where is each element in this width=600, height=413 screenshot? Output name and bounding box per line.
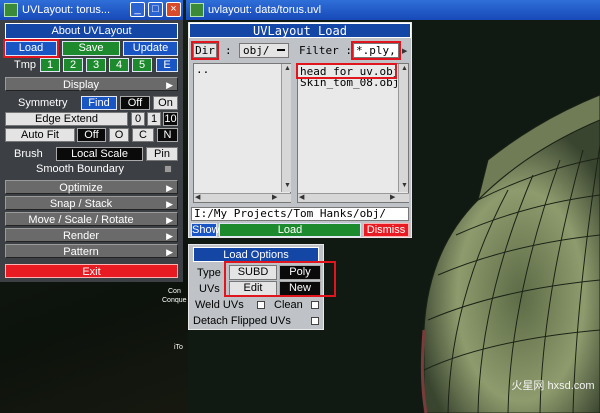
tmp-label: Tmp: [14, 59, 36, 71]
optimize-menu-label: Optimize: [59, 182, 103, 194]
render-menu-label: Render: [62, 230, 100, 242]
desktop-icon-label[interactable]: Conque: [162, 297, 187, 305]
show-button[interactable]: Show: [191, 223, 220, 237]
file-list-vscroll[interactable]: ▲ ▼: [398, 64, 408, 192]
minimize-button[interactable]: _: [130, 2, 145, 17]
uvs-label: UVs: [199, 283, 220, 295]
about-uvlayout-button[interactable]: About UVLayout: [5, 23, 178, 39]
load-dialog-title: UVLayout Load: [189, 23, 411, 38]
brush-pin[interactable]: Pin: [146, 147, 178, 161]
arrow-right-icon: ▶: [166, 231, 173, 241]
snap-stack-menu[interactable]: Snap / Stack ▶: [5, 196, 178, 210]
symmetry-off-button[interactable]: Off: [120, 96, 150, 110]
snap-stack-menu-label: Snap / Stack: [49, 198, 113, 210]
tmp-slot-2[interactable]: 2: [63, 58, 83, 72]
main-window-titlebar[interactable]: uvlayout: data/torus.uvl: [186, 0, 600, 20]
file-list-hscroll[interactable]: ◀ ▶: [298, 193, 409, 202]
smooth-boundary-label: Smooth Boundary: [36, 163, 125, 175]
edge-extend-1[interactable]: 1: [147, 112, 161, 126]
maximize-button[interactable]: □: [148, 2, 163, 17]
highlight-filter: [351, 41, 401, 60]
app-icon: [190, 3, 204, 17]
symmetry-on-button[interactable]: On: [153, 96, 178, 110]
arrow-right-icon: ▶: [166, 215, 173, 225]
smooth-boundary-checkbox[interactable]: [164, 165, 172, 173]
display-menu-label: Display: [62, 79, 100, 91]
arrow-right-icon: ▶: [166, 199, 173, 209]
load-dialog: UVLayout Load Dir : obj/ Filter : *.ply,…: [188, 22, 412, 238]
left-window-titlebar[interactable]: UVLayout: torus... _ □ ×: [0, 0, 183, 20]
edge-extend-10[interactable]: 10: [163, 112, 178, 126]
list-item[interactable]: ..: [194, 64, 290, 75]
pattern-menu[interactable]: Pattern ▶: [5, 244, 178, 258]
main-window-title: uvlayout: data/torus.uvl: [208, 4, 322, 16]
edge-extend-0[interactable]: 0: [131, 112, 145, 126]
auto-fit-o[interactable]: O: [109, 128, 129, 142]
folder-list-vscroll[interactable]: ▲ ▼: [281, 64, 291, 192]
brush-label: Brush: [14, 148, 43, 160]
clean-label: Clean: [274, 299, 303, 311]
edge-extend-label: Edge Extend: [5, 112, 128, 126]
symmetry-find-button[interactable]: Find: [81, 96, 117, 110]
auto-fit-off[interactable]: Off: [77, 128, 106, 142]
watermark: 火星网 hxsd.com: [511, 380, 595, 392]
auto-fit-c[interactable]: C: [132, 128, 154, 142]
weld-uvs-label: Weld UVs: [195, 299, 244, 311]
clean-checkbox[interactable]: [311, 301, 319, 309]
arrow-right-icon: ▶: [166, 183, 173, 193]
highlight-dir: [191, 41, 219, 60]
filter-label: Filter :: [299, 44, 352, 57]
desktop-icon-label[interactable]: iTo: [174, 344, 183, 352]
tmp-slot-3[interactable]: 3: [86, 58, 106, 72]
update-button[interactable]: Update: [123, 41, 178, 56]
load-file-button[interactable]: Load: [219, 223, 361, 237]
dropdown-icon: [277, 49, 285, 51]
exit-button[interactable]: Exit: [5, 264, 178, 278]
highlight-type-uvs: [224, 261, 336, 297]
pattern-menu-label: Pattern: [63, 246, 99, 258]
detach-flipped-label: Detach Flipped UVs: [193, 315, 291, 327]
symmetry-label: Symmetry: [18, 97, 68, 109]
render-menu[interactable]: Render ▶: [5, 228, 178, 242]
folder-list-hscroll[interactable]: ◀ ▶: [194, 193, 291, 202]
arrow-right-icon: ▶: [166, 80, 173, 90]
highlight-file: [296, 63, 397, 79]
arrow-right-icon: ▶: [402, 48, 408, 55]
path-field[interactable]: I:/My Projects/Tom Hanks/obj/: [191, 207, 409, 221]
folder-list[interactable]: ..: [193, 63, 291, 203]
dir-colon: :: [225, 44, 232, 57]
close-button[interactable]: ×: [166, 2, 181, 17]
tmp-slot-5[interactable]: 5: [132, 58, 152, 72]
dismiss-button[interactable]: Dismiss: [363, 223, 409, 237]
auto-fit-label: Auto Fit: [5, 128, 75, 142]
file-list[interactable]: head_for_uv.obj Skin_tom_08.obj: [297, 63, 409, 203]
desktop-icon-label[interactable]: Con: [168, 288, 181, 296]
highlight-load: [3, 39, 59, 58]
tmp-slot-4[interactable]: 4: [109, 58, 129, 72]
optimize-menu[interactable]: Optimize ▶: [5, 180, 178, 194]
arrow-right-icon: ▶: [166, 247, 173, 257]
auto-fit-n[interactable]: N: [157, 128, 178, 142]
left-window-title: UVLayout: torus...: [22, 4, 111, 16]
load-options-title: Load Options: [193, 247, 319, 262]
app-icon: [4, 3, 18, 17]
uvlayout-control-panel: About UVLayout Load Save Update Tmp 1 2 …: [0, 20, 183, 282]
type-label: Type: [197, 267, 221, 279]
move-scale-rotate-menu[interactable]: Move / Scale / Rotate ▶: [5, 212, 178, 226]
detach-flipped-checkbox[interactable]: [311, 317, 319, 325]
brush-local-scale[interactable]: Local Scale: [56, 147, 143, 161]
dir-select[interactable]: obj/: [239, 43, 289, 58]
tmp-slot-e[interactable]: E: [156, 58, 178, 72]
save-button[interactable]: Save: [62, 41, 120, 56]
display-menu[interactable]: Display ▶: [5, 77, 178, 91]
weld-uvs-checkbox[interactable]: [257, 301, 265, 309]
tmp-slot-1[interactable]: 1: [40, 58, 60, 72]
move-scale-rotate-menu-label: Move / Scale / Rotate: [28, 214, 134, 226]
dir-select-value: obj/: [243, 44, 270, 57]
